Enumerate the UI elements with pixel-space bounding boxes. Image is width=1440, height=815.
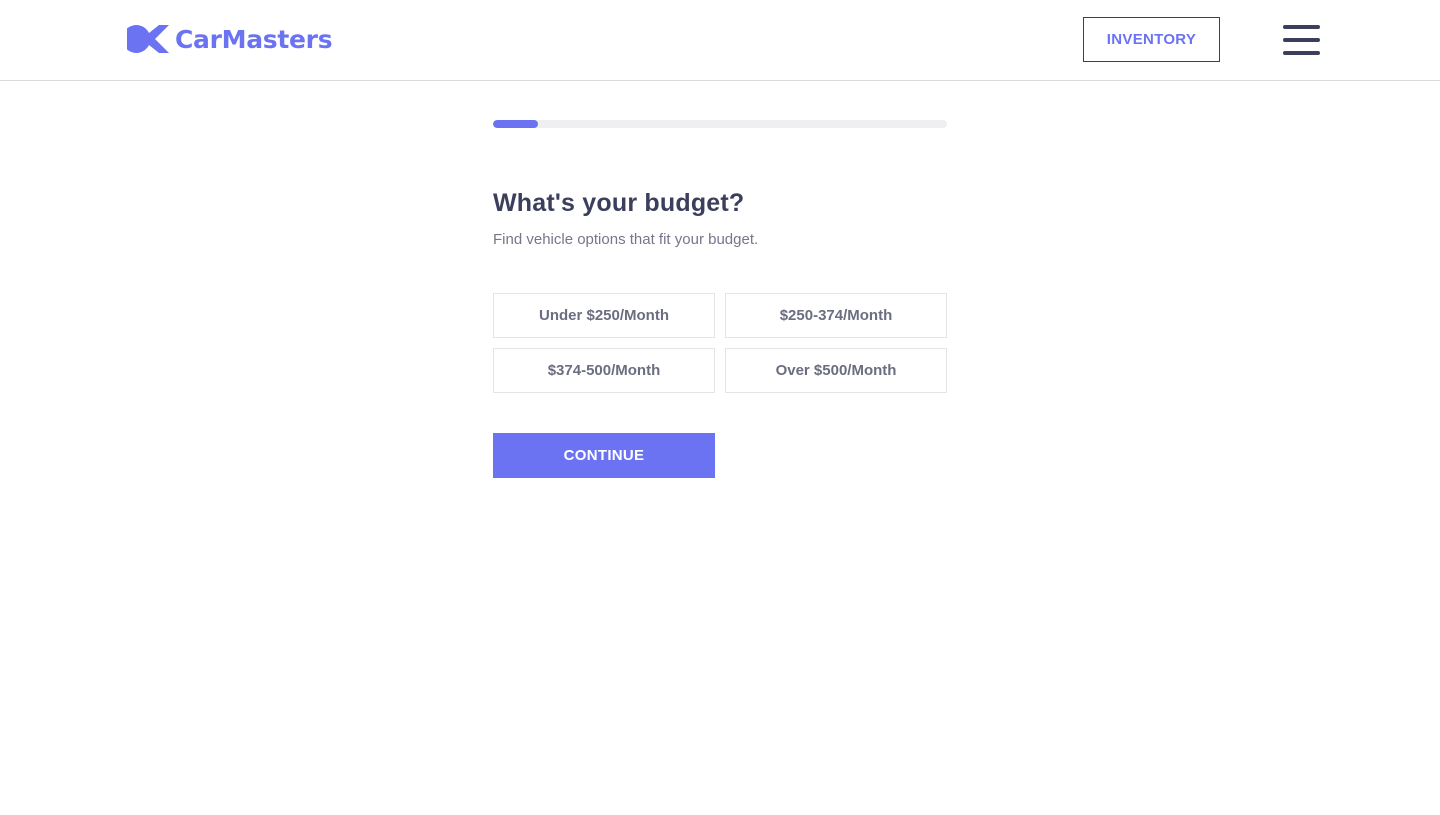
- continue-button[interactable]: CONTINUE: [493, 433, 715, 478]
- brand-logo[interactable]: CarMasters: [127, 22, 333, 56]
- crescent-car-logo-icon: [127, 25, 169, 53]
- inventory-button[interactable]: INVENTORY: [1083, 17, 1220, 62]
- budget-options: Under $250/Month $250-374/Month $374-500…: [493, 293, 947, 393]
- progress-bar-fill: [493, 120, 539, 128]
- budget-option-under-250[interactable]: Under $250/Month: [493, 293, 715, 338]
- progress-bar: [493, 120, 947, 128]
- top-nav: CarMasters INVENTORY: [0, 0, 1440, 81]
- menu-line: [1283, 25, 1320, 29]
- question-subtitle: Find vehicle options that fit your budge…: [493, 231, 759, 248]
- question-title: What's your budget?: [493, 189, 745, 217]
- brand-name: CarMasters: [175, 24, 333, 54]
- budget-option-over-500[interactable]: Over $500/Month: [725, 348, 947, 393]
- hamburger-menu-icon[interactable]: [1283, 25, 1320, 55]
- budget-option-374-500[interactable]: $374-500/Month: [493, 348, 715, 393]
- menu-line: [1283, 38, 1320, 42]
- budget-option-250-374[interactable]: $250-374/Month: [725, 293, 947, 338]
- menu-line: [1283, 51, 1320, 55]
